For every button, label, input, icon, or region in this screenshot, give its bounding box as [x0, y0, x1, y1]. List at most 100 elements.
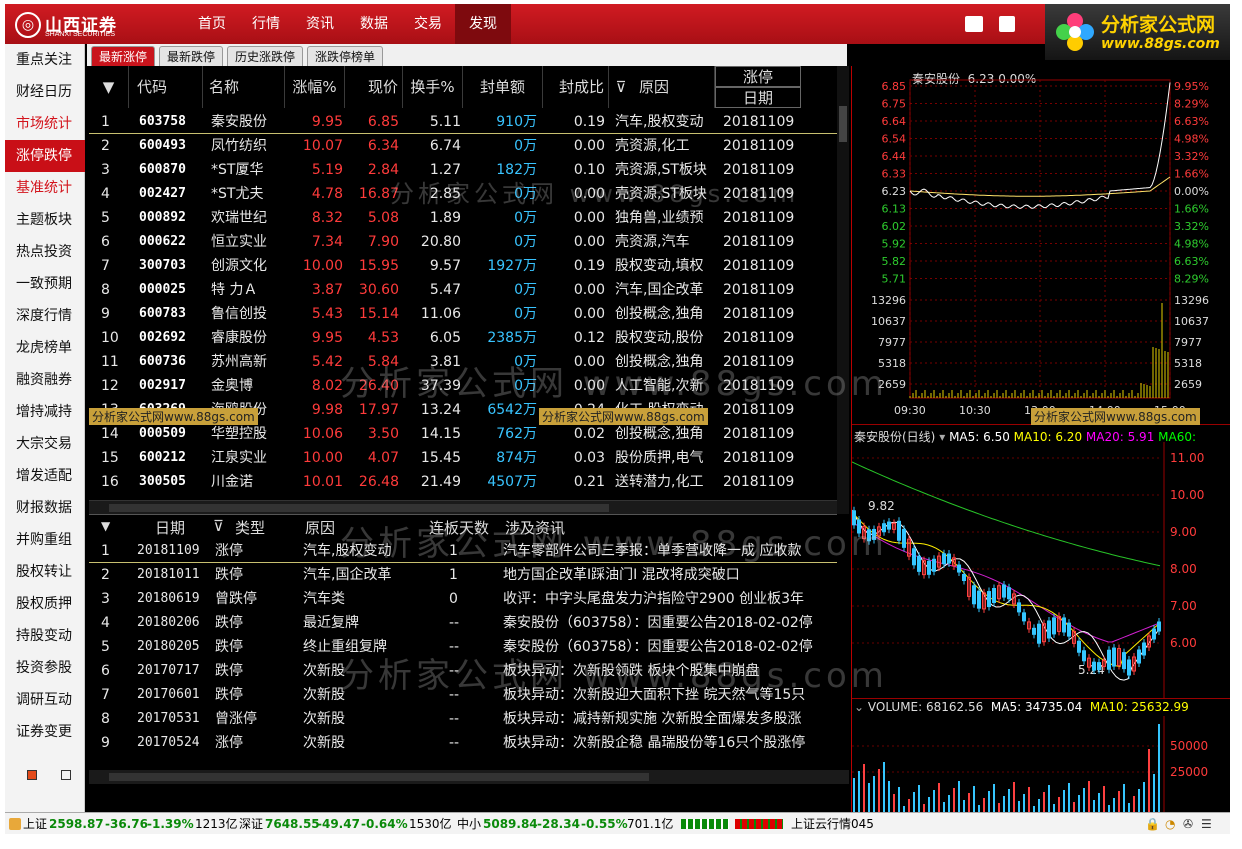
briefcase-icon[interactable] [965, 16, 983, 32]
filter-icon[interactable]: ⊽ [213, 517, 224, 535]
history-row[interactable]: 2 20181011 跌停 汽车,国企改革 1 地方国企改革I踩油门I 混改将成突破口 [89, 563, 837, 587]
sidebar-item[interactable]: 证券变更 [5, 716, 85, 748]
sidebar-item[interactable]: 一致预期 [5, 268, 85, 300]
sidebar-item[interactable]: 财报数据 [5, 492, 85, 524]
cell-unit: 万 [523, 474, 537, 490]
sidebar-item[interactable]: 大宗交易 [5, 428, 85, 460]
history-row[interactable]: 3 20180619 曾跌停 汽车类 0 收评：中字头尾盘发力沪指险守2900 创业板3年 [89, 587, 837, 611]
table-hscroll[interactable] [89, 500, 837, 514]
sidebar-item[interactable]: 涨停跌停 [5, 140, 85, 172]
history-row[interactable]: 5 20180205 跌停 终止重组复牌 -- 秦安股份（603758）：因重要公告201… [89, 635, 837, 659]
col-code[interactable]: 代码 [129, 66, 203, 108]
col-name[interactable]: 名称 [203, 66, 285, 108]
sidebar-item[interactable]: 龙虎榜单 [5, 332, 85, 364]
tab-latest-limit-down[interactable]: 最新跌停 [159, 46, 223, 66]
sort-arrow-icon[interactable]: ▼ [89, 66, 129, 108]
menu-discover[interactable]: 发现 [455, 4, 511, 44]
history-hscroll[interactable] [89, 770, 849, 784]
table-row[interactable]: 3 600870 *ST厦华 5.19 2.84 1.27 182 万 0.10 壳资源,ST板块… [89, 158, 837, 182]
col-h-date[interactable]: 日期 [155, 517, 185, 538]
sidebar-item[interactable]: 深度行情 [5, 300, 85, 332]
sidebar-item[interactable]: 并购重组 [5, 524, 85, 556]
sidebar-item[interactable]: 增发适配 [5, 460, 85, 492]
sidebar-item[interactable]: 基准统计 [5, 172, 85, 204]
col-date[interactable]: 日期 [715, 87, 801, 108]
table-row[interactable]: 8 000025 特 力Ａ 3.87 30.60 5.47 0 万 0.00 汽车,国企改革 201… [89, 278, 837, 302]
history-row[interactable]: 9 20170524 涨停 次新股 -- 板块异动：次新股企稳 晶瑞股份等16只个股涨停 [89, 731, 837, 755]
menu-news[interactable]: 资讯 [293, 4, 347, 44]
filter-icon[interactable]: ⊽ [609, 66, 633, 108]
table-vscroll[interactable] [837, 66, 849, 514]
page-dot-icon[interactable] [61, 770, 71, 780]
col-price[interactable]: 现价 [345, 66, 403, 108]
table-row[interactable]: 9 600783 鲁信创投 5.43 15.14 11.06 0 万 0.00 创投概念,独角 20… [89, 302, 837, 326]
menu-trade[interactable]: 交易 [401, 4, 455, 44]
col-seal-amount[interactable]: 封单额 [463, 66, 543, 108]
table-row[interactable]: 10 002692 睿康股份 9.95 4.53 6.05 2385 万 0.12 股权变动,股份… [89, 326, 837, 350]
history-row[interactable]: 7 20170601 跌停 次新股 -- 板块异动：次新股迎大面积下挫 皖天然气等15只 [89, 683, 837, 707]
sidebar-item[interactable]: 股权转让 [5, 556, 85, 588]
vscroll-thumb[interactable] [839, 106, 847, 142]
tab-history[interactable]: 历史涨跌停 [227, 46, 303, 66]
sidebar-item[interactable]: 市场统计 [5, 108, 85, 140]
col-h-news[interactable]: 涉及资讯 [505, 517, 565, 538]
volume-chart[interactable]: 50000 25000 [852, 716, 1230, 824]
candle-body [1007, 587, 1011, 600]
daily-kline-chart[interactable]: 11.0010.009.008.007.006.009.825.24 [852, 442, 1230, 698]
table-row[interactable]: 15 600212 江泉实业 10.00 4.07 15.45 874 万 0.03 股份质押,电… [89, 446, 837, 470]
menu-quotes[interactable]: 行情 [239, 4, 293, 44]
wrench-icon[interactable]: ✇ [1183, 813, 1193, 834]
tab-ranking[interactable]: 涨跌停榜单 [307, 46, 383, 66]
table-row[interactable]: 5 000892 欢瑞世纪 8.32 5.08 1.89 0 万 0.00 独角兽,业绩预 2018… [89, 206, 837, 230]
sidebar-item[interactable]: 投资参股 [5, 652, 85, 684]
menu-home[interactable]: 首页 [185, 4, 239, 44]
sidebar-item[interactable]: 持股变动 [5, 620, 85, 652]
menu-icon[interactable]: ☰ [1201, 813, 1212, 834]
sidebar-item[interactable]: 增持减持 [5, 396, 85, 428]
market-icon[interactable] [9, 818, 21, 830]
sidebar-item[interactable]: 重点关注 [5, 44, 85, 76]
col-turnover[interactable]: 换手% [403, 66, 463, 108]
table-row[interactable]: 11 600736 苏州高新 5.42 5.84 3.81 0 万 0.00 创投概念,独角 201… [89, 350, 837, 374]
table-row[interactable]: 12 002917 金奥博 8.02 26.40 37.39 0 万 0.00 人工智能,次新 20… [89, 374, 837, 398]
cell-price: 26.40 [358, 378, 399, 394]
menu-data[interactable]: 数据 [347, 4, 401, 44]
tab-latest-limit-up[interactable]: 最新涨停 [91, 46, 155, 66]
history-row[interactable]: 6 20170717 跌停 次新股 -- 板块异动：次新股领跌 板块个股集中崩盘 [89, 659, 837, 683]
col-change[interactable]: 涨幅% [285, 66, 345, 108]
page-dot-icon[interactable] [27, 770, 37, 780]
intraday-chart[interactable]: 6.85 9.95% 6.75 8.29% 6.64 6.63% 6.54 4.98% 6.44… [852, 66, 1230, 426]
col-h-type[interactable]: 类型 [235, 517, 265, 538]
table-row[interactable]: 6 000622 恒立实业 7.34 7.90 20.80 0 万 0.00 壳资源,汽车 2018… [89, 230, 837, 254]
col-h-days[interactable]: 连板天数 [429, 517, 489, 538]
cell-chg: 9.95 [311, 330, 343, 346]
sidebar-item[interactable]: 融资融券 [5, 364, 85, 396]
table-row[interactable]: 16 300505 川金诺 10.01 26.48 21.49 4507 万 0.21 送转潜力,… [89, 470, 837, 494]
sidebar-item[interactable]: 主题板块 [5, 204, 85, 236]
table-row[interactable]: 4 002427 *ST尤夫 4.78 16.87 2.85 0 万 0.00 壳资源,ST板块 2… [89, 182, 837, 206]
bell-icon[interactable]: ◔ [1165, 813, 1175, 834]
col-reason[interactable]: 原因 [633, 66, 715, 108]
col-seal-ratio[interactable]: 封成比 [543, 66, 609, 108]
table-row[interactable]: 1 603758 秦安股份 9.95 6.85 5.11 910 万 0.19 汽车,股权变动 20… [89, 110, 837, 134]
table-row[interactable]: 7 300703 创源文化 10.00 15.95 9.57 1927 万 0.19 股权变动,填… [89, 254, 837, 278]
col-h-reason[interactable]: 原因 [305, 517, 335, 538]
cell-ratio: 0.21 [573, 474, 605, 490]
book-icon[interactable] [999, 16, 1015, 32]
cell-n: 2 [101, 138, 110, 154]
history-row[interactable]: 8 20170531 曾涨停 次新股 -- 板块异动：减持新规实施 次新股全面爆发多股涨 [89, 707, 837, 731]
table-row[interactable]: 14 000509 华塑控股 10.06 3.50 14.15 762 万 0.02 创投概念,独… [89, 422, 837, 446]
sidebar-item[interactable]: 调研互动 [5, 684, 85, 716]
hscroll-thumb[interactable] [109, 504, 609, 512]
sort-arrow-icon[interactable]: ▼ [101, 519, 110, 533]
col-limit[interactable]: 涨停 [715, 66, 801, 87]
history-row[interactable]: 1 20181109 涨停 汽车,股权变动 1 汽车零部件公司三季报：单季营收降一成 应收… [89, 539, 837, 563]
hscroll-thumb[interactable] [109, 773, 649, 781]
table-row[interactable]: 2 600493 凤竹纺织 10.07 6.34 6.74 0 万 0.00 壳资源,化工 2018… [89, 134, 837, 158]
history-row[interactable]: 4 20180206 跌停 最近复牌 -- 秦安股份（603758）：因重要公告2018-… [89, 611, 837, 635]
sidebar-item[interactable]: 财经日历 [5, 76, 85, 108]
cell-date: 20181109 [723, 114, 795, 130]
lock-icon[interactable]: 🔒 [1145, 813, 1160, 834]
sidebar-item[interactable]: 热点投资 [5, 236, 85, 268]
sidebar-item[interactable]: 股权质押 [5, 588, 85, 620]
